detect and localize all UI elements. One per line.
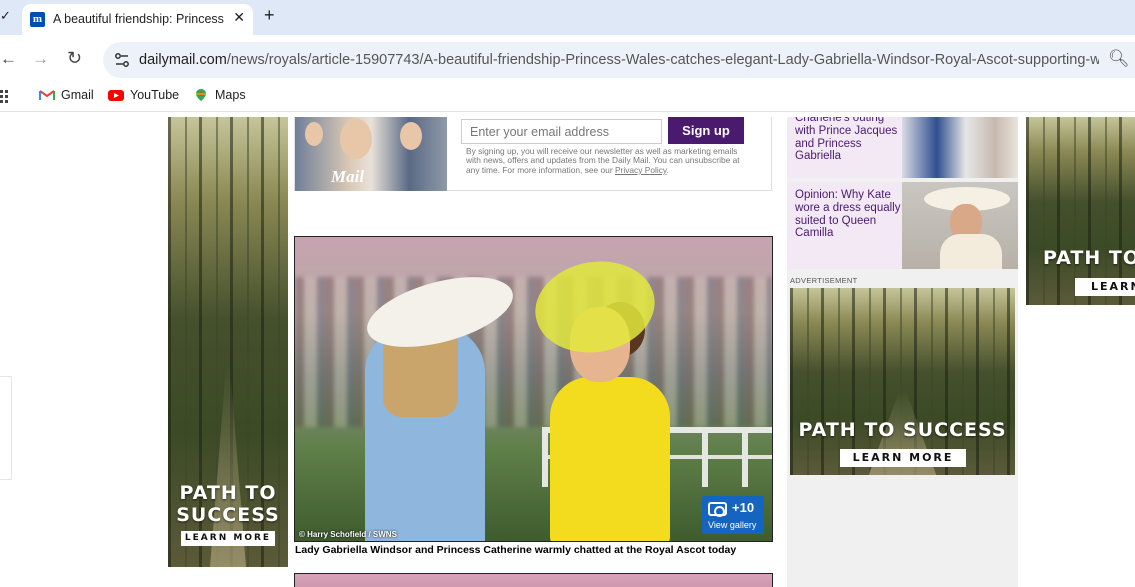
back-arrow-icon[interactable]: ← xyxy=(0,49,17,69)
hero-figure-yellow-dress xyxy=(550,377,670,541)
camera-icon xyxy=(708,502,727,517)
ad-learn-more-button[interactable]: LEARN MORE xyxy=(840,449,966,467)
url-path: /news/royals/article-15907743/A-beautifu… xyxy=(226,52,1099,68)
left-edge-panel xyxy=(0,376,12,480)
related-story-photo xyxy=(902,117,1018,178)
related-story-card[interactable]: Opinion: Why Kate wore a dress equally s… xyxy=(787,182,1018,269)
newsletter-disclaimer: By signing up, you will receive our news… xyxy=(466,146,751,175)
related-story-image[interactable] xyxy=(902,182,1018,269)
tab-strip: ✓ m A beautiful friendship: Princess ✕ + xyxy=(0,0,1135,35)
bookmark-label: Maps xyxy=(215,88,246,102)
ad-forest-image xyxy=(1026,117,1135,305)
left-skyscraper-ad[interactable]: PATH TO SUCCESS LEARN MORE xyxy=(168,117,288,567)
photo-credit: © Harry Schofield / SWNS xyxy=(299,530,397,539)
bookmark-maps[interactable]: Maps xyxy=(193,88,246,102)
tab-title: A beautiful friendship: Princess xyxy=(53,12,224,26)
site-info-icon[interactable] xyxy=(113,51,131,69)
newsletter-face xyxy=(340,119,372,159)
url-text: dailymail.com/news/royals/article-159077… xyxy=(139,52,1099,68)
ad-headline: PATH TO xyxy=(1043,247,1135,269)
disclaimer-end: . xyxy=(666,164,669,175)
ad-learn-more-button[interactable]: LEARN MORE xyxy=(181,531,275,546)
newsletter-face xyxy=(305,122,323,146)
right-sidebar: Charlene's outing with Prince Jacques an… xyxy=(787,117,1018,587)
newsletter-face xyxy=(400,122,422,150)
gallery-label: View gallery xyxy=(708,520,757,530)
next-article-image[interactable] xyxy=(294,573,773,587)
ad-headline: PATH TO SUCCESS xyxy=(176,482,280,526)
address-bar[interactable]: dailymail.com/news/royals/article-159077… xyxy=(103,42,1135,78)
new-tab-icon[interactable]: + xyxy=(264,5,275,26)
newsletter-image: Mail xyxy=(295,117,447,191)
ad-headline: PATH TO SUCCESS xyxy=(798,419,1007,441)
bookmarks-bar: Gmail YouTube Maps xyxy=(0,82,1135,112)
active-tab[interactable]: m A beautiful friendship: Princess ✕ xyxy=(22,4,253,35)
url-domain: dailymail.com xyxy=(139,52,227,68)
reload-icon[interactable]: ↻ xyxy=(67,48,82,69)
disclaimer-text: By signing up, you will receive our news… xyxy=(466,146,740,175)
page-content: PATH TO SUCCESS LEARN MORE Mail Enter yo… xyxy=(0,117,1135,587)
bookmark-label: YouTube xyxy=(130,88,180,102)
related-story-card[interactable]: Charlene's outing with Prince Jacques an… xyxy=(787,117,1018,178)
hero-image[interactable]: © Harry Schofield / SWNS +10 View galler… xyxy=(294,236,773,542)
apps-grid-icon[interactable] xyxy=(0,89,10,103)
tab-search-icon[interactable]: ✓ xyxy=(0,8,14,26)
related-story-image[interactable] xyxy=(902,117,1018,178)
related-story-title[interactable]: Charlene's outing with Prince Jacques an… xyxy=(795,117,903,163)
mail-logo: Mail xyxy=(331,167,365,186)
dailymail-favicon-icon: m xyxy=(30,12,45,27)
newsletter-signup: Mail Enter your email address Sign up By… xyxy=(294,117,772,191)
related-story-dress xyxy=(940,234,1002,269)
right-edge-ad[interactable]: PATH TO LEARN xyxy=(1026,117,1135,305)
privacy-policy-link[interactable]: Privacy Policy xyxy=(615,165,667,175)
image-caption: Lady Gabriella Windsor and Princess Cath… xyxy=(295,544,737,556)
browser-toolbar: ← → ↻ dailymail.com/news/royals/article-… xyxy=(0,35,1135,82)
bookmark-youtube[interactable]: YouTube xyxy=(108,88,179,102)
gallery-count: +10 xyxy=(732,500,755,515)
sidebar-ad[interactable]: PATH TO SUCCESS LEARN MORE xyxy=(790,288,1015,475)
youtube-icon xyxy=(108,90,124,101)
maps-icon xyxy=(196,89,206,101)
zoom-icon[interactable]: 🔍︎ xyxy=(1108,49,1130,69)
view-gallery-button[interactable]: +10 View gallery xyxy=(702,496,764,534)
forward-arrow-icon[interactable]: → xyxy=(32,49,49,69)
email-input[interactable]: Enter your email address xyxy=(461,119,662,144)
bookmark-gmail[interactable]: Gmail xyxy=(39,88,94,102)
bookmark-label: Gmail xyxy=(61,88,94,102)
related-story-title[interactable]: Opinion: Why Kate wore a dress equally s… xyxy=(795,189,903,240)
gmail-icon xyxy=(39,90,55,100)
advertisement-label: ADVERTISEMENT xyxy=(790,276,858,285)
close-tab-icon[interactable]: ✕ xyxy=(233,9,245,26)
sign-up-button[interactable]: Sign up xyxy=(668,117,744,144)
ad-learn-more-button[interactable]: LEARN xyxy=(1075,278,1135,296)
